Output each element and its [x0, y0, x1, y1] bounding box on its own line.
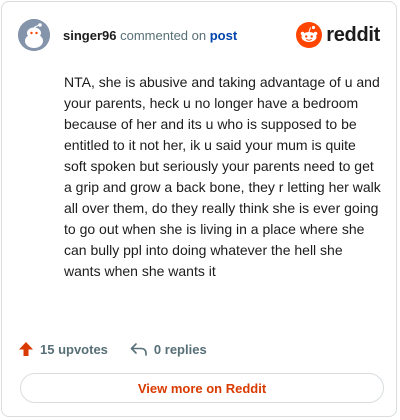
reddit-wordmark: reddit — [326, 23, 380, 46]
embedded-comment-card: singer96 commented on post reddit NTA, s… — [1, 1, 397, 417]
reply-count: 0 replies — [153, 341, 207, 357]
reply-button[interactable]: 0 replies — [130, 341, 207, 357]
view-more-button[interactable]: View more on Reddit — [20, 373, 384, 403]
post-link[interactable]: post — [210, 28, 237, 43]
reply-arrow-icon — [130, 343, 147, 356]
reddit-brand[interactable]: reddit — [296, 22, 380, 48]
comment-meta: singer96 commented on post — [63, 28, 237, 43]
comment-body: NTA, she is abusive and taking advantage… — [64, 74, 381, 279]
upvote-arrow-icon — [19, 342, 33, 356]
reddit-logo-icon — [296, 22, 323, 48]
upvote-button[interactable]: 15 upvotes — [18, 341, 108, 357]
comment-header: singer96 commented on post reddit — [18, 18, 380, 52]
user-avatar-icon[interactable] — [18, 19, 50, 51]
username-link[interactable]: singer96 — [63, 28, 116, 43]
upvote-count: 15 upvotes — [40, 341, 108, 357]
action-text: commented on — [120, 27, 207, 43]
comment-actions: 15 upvotes 0 replies — [18, 338, 229, 360]
